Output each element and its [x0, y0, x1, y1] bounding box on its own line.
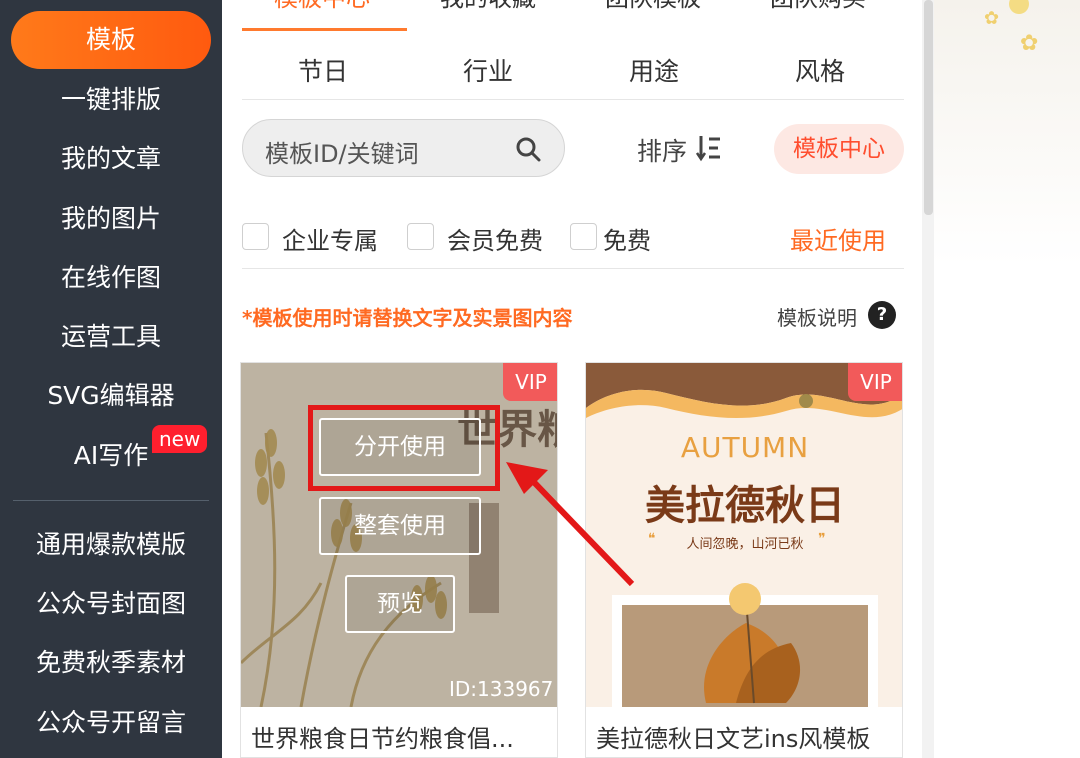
tab-team-purchase[interactable]: 团队购买: [770, 0, 866, 13]
new-badge: new: [152, 425, 208, 453]
poster-english-title: AUTUMN: [680, 431, 810, 464]
vip-badge: VIP: [848, 363, 902, 401]
template-card[interactable]: ❝ ❞ AUTUMN 美拉德秋日 人间忽晚，山河已秋 VIP 美拉德秋日文艺in…: [585, 362, 903, 758]
sort-icon[interactable]: [696, 134, 722, 162]
template-center-button[interactable]: 模板中心: [774, 124, 904, 174]
poster-title: 美拉德秋日: [645, 483, 845, 529]
sidebar-item-templates[interactable]: 模板: [11, 11, 211, 69]
filter-enterprise-checkbox[interactable]: [242, 223, 269, 250]
template-thumbnail[interactable]: ❝ ❞ AUTUMN 美拉德秋日 人间忽晚，山河已秋 VIP: [586, 363, 902, 707]
filter-member-free-label[interactable]: 会员免费: [447, 221, 543, 256]
sidebar-item-online-drawing[interactable]: 在线作图: [0, 258, 222, 298]
help-icon[interactable]: ?: [868, 301, 896, 329]
sidebar-link-cover-images[interactable]: 公众号封面图: [0, 584, 222, 624]
use-set-button[interactable]: 整套使用: [319, 497, 481, 555]
sidebar-item-my-images[interactable]: 我的图片: [0, 199, 222, 239]
search-box[interactable]: 模板ID/关键词: [242, 119, 565, 177]
active-tab-indicator: [242, 28, 407, 31]
svg-text:✿: ✿: [984, 8, 999, 29]
category-industry[interactable]: 行业: [463, 52, 513, 88]
template-title[interactable]: 美拉德秋日文艺ins风模板: [596, 719, 870, 754]
scrollbar-thumb[interactable]: [924, 0, 933, 215]
sidebar-item-operation-tools[interactable]: 运营工具: [0, 317, 222, 357]
filter-member-free-checkbox[interactable]: [407, 223, 434, 250]
filter-free-label[interactable]: 免费: [603, 221, 651, 256]
divider: [242, 268, 904, 269]
preview-button[interactable]: 预览: [345, 575, 455, 633]
svg-text:✿: ✿: [1020, 31, 1038, 56]
tab-team-templates[interactable]: 团队模板: [605, 0, 701, 13]
tab-my-favorites[interactable]: 我的收藏: [440, 0, 536, 13]
recently-used-link[interactable]: 最近使用: [790, 221, 886, 256]
sidebar: 模板 一键排版 我的文章 我的图片 在线作图 运营工具 SVG编辑器 AI写作 …: [0, 0, 222, 758]
sidebar-item-my-articles[interactable]: 我的文章: [0, 139, 222, 179]
category-purpose[interactable]: 用途: [629, 52, 679, 88]
background-area: ✿ ✿: [934, 0, 1080, 758]
sidebar-link-comments[interactable]: 公众号开留言: [0, 703, 222, 743]
template-card[interactable]: 世界粮食日 VIP 分开使用 整套使用 预览 ID:133967 世界粮食日节约…: [240, 362, 558, 758]
sidebar-divider: [13, 500, 209, 501]
template-panel: 模板中心 我的收藏 团队模板 团队购买 节日 行业 用途 风格 模板ID/关键词…: [222, 0, 922, 758]
sidebar-item-svg-editor[interactable]: SVG编辑器: [0, 376, 222, 416]
template-title[interactable]: 世界粮食日节约粮食倡...: [251, 719, 514, 754]
star-decoration: ✿ ✿: [984, 0, 1038, 56]
filter-enterprise-label[interactable]: 企业专属: [282, 221, 378, 256]
template-explain-link[interactable]: 模板说明: [777, 302, 857, 331]
category-festival[interactable]: 节日: [298, 52, 348, 88]
template-id: ID:133967: [449, 677, 554, 701]
sidebar-item-one-click-layout[interactable]: 一键排版: [0, 80, 222, 120]
vip-badge: VIP: [503, 363, 557, 401]
tab-template-center[interactable]: 模板中心: [274, 0, 370, 13]
sort-button[interactable]: 排序: [637, 132, 687, 168]
annotation-highlight: [308, 405, 500, 491]
search-icon[interactable]: [515, 136, 541, 162]
category-style[interactable]: 风格: [795, 52, 845, 88]
sidebar-link-popular-templates[interactable]: 通用爆款模版: [0, 525, 222, 565]
template-thumbnail[interactable]: 世界粮食日 VIP 分开使用 整套使用 预览 ID:133967: [241, 363, 557, 707]
poster-subtitle: 人间忽晚，山河已秋: [686, 537, 804, 552]
filter-free-checkbox[interactable]: [570, 223, 597, 250]
divider: [242, 99, 904, 100]
search-input[interactable]: 模板ID/关键词: [265, 134, 419, 169]
usage-notice: *模板使用时请替换文字及实景图内容: [242, 306, 573, 330]
sidebar-link-autumn-materials[interactable]: 免费秋季素材: [0, 643, 222, 683]
